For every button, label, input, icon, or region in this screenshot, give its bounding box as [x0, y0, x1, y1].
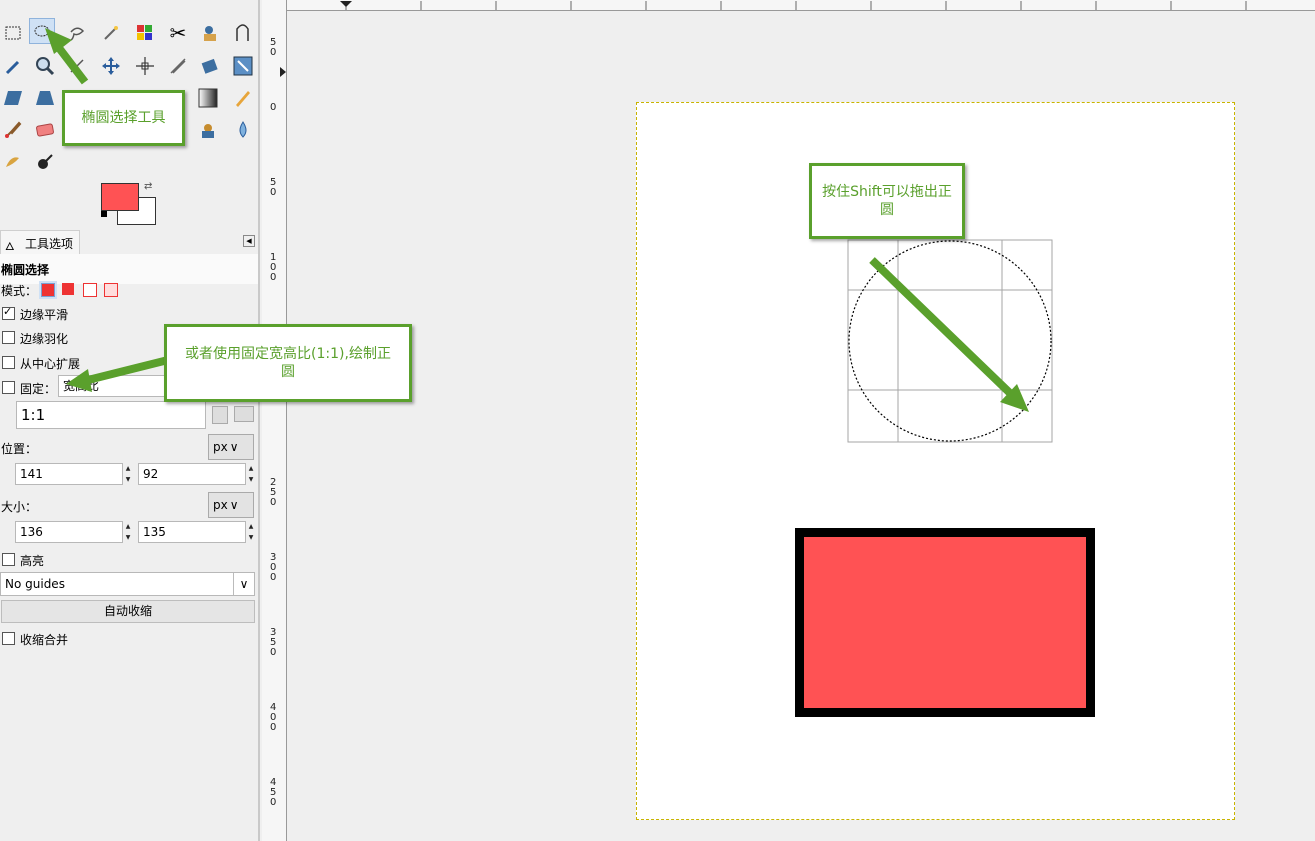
align-icon[interactable] — [132, 53, 158, 79]
position-unit-select[interactable]: px ∨ — [208, 434, 254, 460]
position-label: 位置： — [1, 442, 38, 456]
shrink-merged-label: 收缩合并 — [20, 633, 69, 647]
smudge-icon[interactable] — [0, 149, 26, 175]
highlight-checkbox[interactable] — [2, 553, 15, 566]
position-y-input[interactable]: 92 — [138, 463, 246, 485]
tool-options-tab[interactable]: 🜂 工具选项 — [0, 230, 80, 255]
foreground-select-icon[interactable] — [197, 20, 223, 46]
size-unit-select[interactable]: px ∨ — [208, 492, 254, 518]
dodge-icon[interactable] — [32, 149, 58, 175]
ruler-tick: 350 — [270, 627, 277, 658]
position-x-input[interactable]: 141 — [15, 463, 123, 485]
antialias-checkbox[interactable] — [2, 305, 15, 320]
ruler-tick: 250 — [270, 477, 277, 508]
antialias-label: 边缘平滑 — [20, 308, 69, 322]
size-w-spinner[interactable]: ▲ ▼ — [124, 521, 132, 543]
ruler-tick: 50 — [270, 177, 277, 198]
ruler-tick: 100 — [270, 252, 277, 283]
callout-ellipse-tool: 椭圆选择工具 — [62, 90, 185, 146]
tool-title: 椭圆选择 — [1, 263, 50, 277]
ruler-position-marker — [280, 67, 286, 77]
horizontal-ruler — [286, 0, 1315, 11]
size-h-spinner[interactable]: ▲ ▼ — [247, 521, 255, 543]
horizontal-ruler-ticks — [340, 1, 1247, 10]
expand-center-checkbox[interactable] — [2, 356, 15, 369]
mode-label: 模式： — [1, 284, 38, 298]
position-y-spinner[interactable]: ▲ ▼ — [247, 463, 255, 485]
guides-value: No guides — [5, 577, 65, 591]
lasso-icon[interactable] — [64, 20, 90, 46]
zoom-icon[interactable] — [32, 53, 58, 79]
measure-icon[interactable] — [64, 53, 90, 79]
rect-select-icon[interactable] — [0, 20, 26, 46]
panel-divider[interactable] — [258, 0, 260, 841]
highlight-label: 高亮 — [20, 554, 45, 568]
fuzzy-select-icon[interactable] — [98, 20, 124, 46]
vertical-ruler: 50 0 50 100 250 300 350 400 450 — [262, 0, 287, 841]
ruler-tick: 450 — [270, 777, 277, 808]
tool-options-tab-label: 工具选项 — [25, 237, 74, 251]
swap-colors-icon[interactable]: ⇄ — [144, 181, 152, 192]
red-rectangle-fill — [804, 537, 1086, 708]
mode-add-icon[interactable] — [62, 283, 74, 295]
fixed-label: 固定： — [20, 382, 57, 396]
ruler-tick: 0 — [270, 102, 277, 113]
red-rectangle — [795, 528, 1095, 717]
landscape-icon[interactable] — [234, 406, 254, 422]
crop-icon[interactable] — [165, 53, 191, 79]
shrink-merged-checkbox[interactable] — [2, 632, 15, 645]
paintbrush-icon[interactable] — [0, 117, 26, 143]
foreground-color-swatch[interactable] — [101, 183, 139, 211]
ellipse-selection[interactable] — [840, 234, 1060, 446]
ruler-tick: 300 — [270, 552, 277, 583]
fixed-checkbox[interactable] — [2, 381, 15, 394]
mode-intersect-icon[interactable] — [104, 283, 118, 297]
mode-subtract-icon[interactable] — [83, 283, 97, 297]
perspective-icon[interactable] — [32, 85, 58, 111]
select-by-color-icon[interactable] — [132, 20, 158, 46]
size-w-input[interactable]: 136 — [15, 521, 123, 543]
position-x-spinner[interactable]: ▲ ▼ — [124, 463, 132, 485]
panel-menu-icon[interactable]: ◀ — [243, 235, 255, 247]
shear-icon[interactable] — [0, 85, 26, 111]
chevron-down-icon: ∨ — [233, 573, 254, 595]
default-colors-icon[interactable] — [101, 211, 107, 217]
rotate-icon[interactable] — [197, 53, 223, 79]
move-icon[interactable] — [98, 53, 124, 79]
autoshrink-button[interactable]: 自动收缩 — [1, 600, 255, 623]
scissors-icon[interactable]: ✂ — [165, 20, 191, 46]
scale-icon[interactable] — [230, 53, 256, 79]
color-picker-icon[interactable] — [0, 53, 26, 79]
ruler-tick: 400 — [270, 702, 277, 733]
blend-icon[interactable] — [195, 85, 221, 111]
portrait-icon[interactable] — [212, 406, 228, 424]
ink-icon[interactable] — [195, 117, 221, 143]
pencil-icon[interactable] — [230, 85, 256, 111]
feather-checkbox[interactable] — [2, 331, 15, 344]
ratio-input[interactable]: 1:1 — [16, 401, 206, 429]
guides-select[interactable]: No guides ∨ — [0, 572, 255, 596]
callout-ratio-tip: 或者使用固定宽高比(1:1),绘制正圆 — [164, 324, 412, 402]
expand-center-label: 从中心扩展 — [20, 357, 81, 371]
eraser-icon[interactable] — [32, 117, 58, 143]
ruler-tick: 50 — [270, 37, 277, 58]
ellipse-select-icon[interactable] — [29, 18, 55, 44]
paths-icon[interactable] — [230, 20, 256, 46]
size-label: 大小： — [1, 500, 38, 514]
mode-replace-icon[interactable] — [41, 283, 55, 297]
size-h-input[interactable]: 135 — [138, 521, 246, 543]
callout-shift-tip: 按住Shift可以拖出正圆 — [809, 163, 965, 239]
feather-label: 边缘羽化 — [20, 332, 69, 346]
blur-icon[interactable] — [230, 117, 256, 143]
